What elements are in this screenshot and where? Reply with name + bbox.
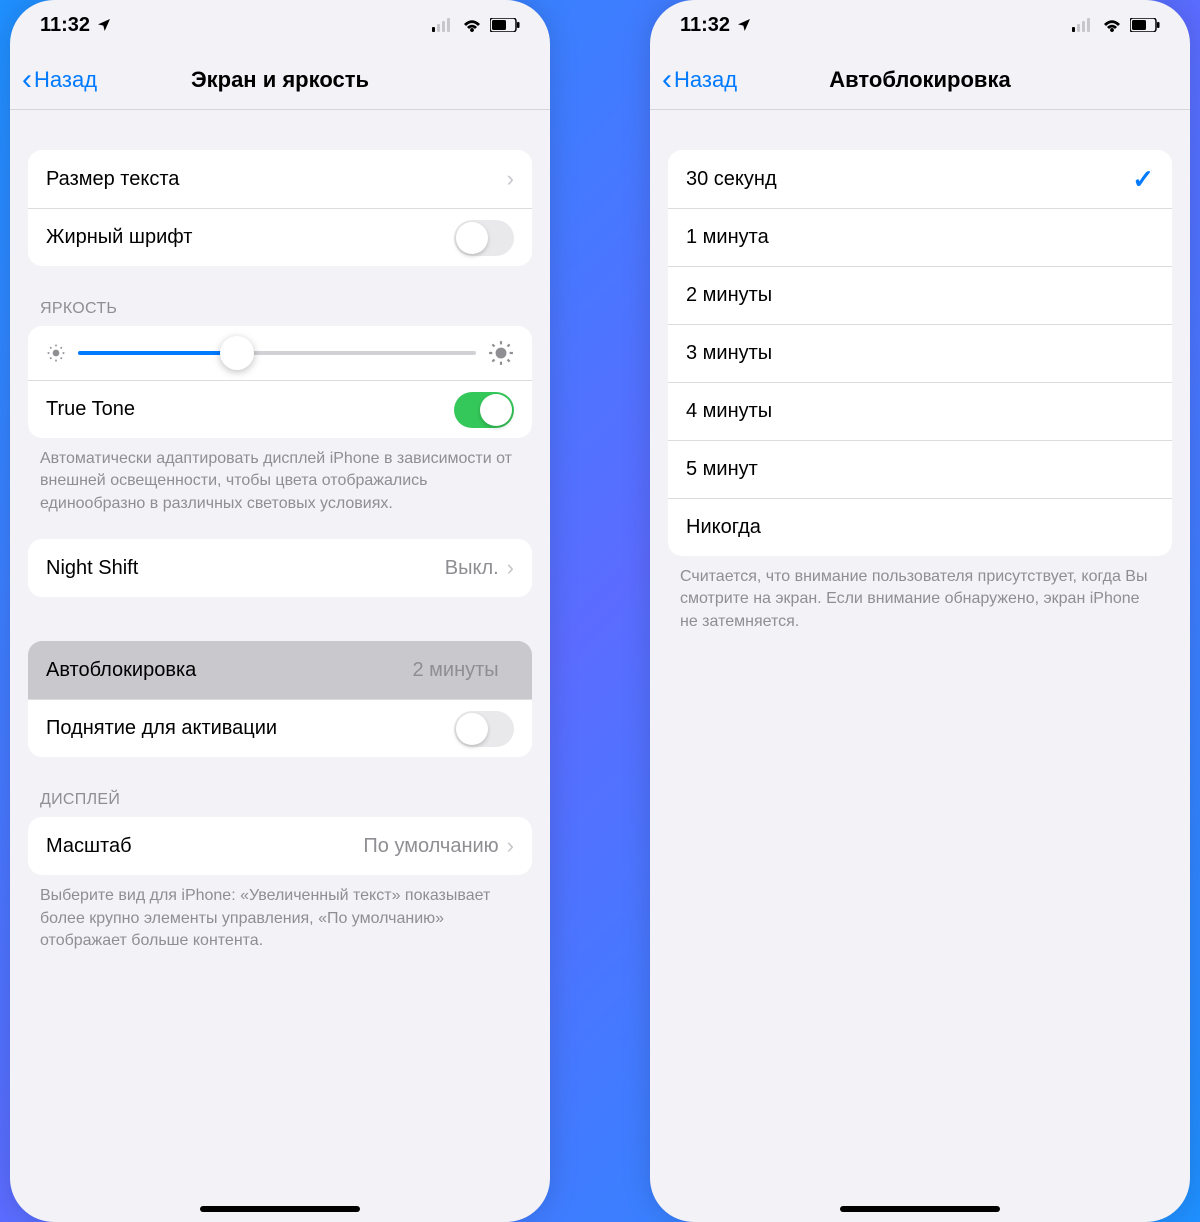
option-label: 5 минут — [686, 458, 1154, 481]
true-tone-toggle[interactable] — [454, 392, 514, 428]
wifi-icon — [462, 18, 482, 32]
brightness-slider-row — [28, 326, 532, 380]
home-indicator[interactable] — [840, 1206, 1000, 1212]
autolock-row[interactable]: Автоблокировка 2 минуты › — [28, 641, 532, 699]
autolock-options-group: 30 секунд✓ 1 минута 2 минуты 3 минуты 4 мину… — [668, 150, 1172, 556]
slider-thumb[interactable] — [220, 336, 254, 370]
battery-icon — [490, 18, 520, 32]
chevron-left-icon: ‹ — [662, 65, 672, 95]
raise-to-wake-toggle[interactable] — [454, 711, 514, 747]
back-label: Назад — [34, 67, 97, 93]
chevron-right-icon: › — [507, 166, 514, 192]
bold-text-label: Жирный шрифт — [46, 226, 454, 249]
autolock-option[interactable]: Никогда — [668, 498, 1172, 556]
phone-display-brightness: 11:32 ‹ Назад Экран и яркость Ра — [10, 0, 550, 1222]
display-zoom-group: Масштаб По умолчанию › — [28, 817, 532, 875]
home-indicator[interactable] — [200, 1206, 360, 1212]
night-shift-label: Night Shift — [46, 557, 445, 580]
status-time: 11:32 — [40, 14, 90, 37]
option-label: 2 минуты — [686, 284, 1154, 307]
chevron-right-icon: › — [507, 555, 514, 581]
back-button[interactable]: ‹ Назад — [650, 65, 737, 95]
text-size-label: Размер текста — [46, 168, 507, 191]
cellular-icon — [1072, 18, 1094, 32]
option-label: 1 минута — [686, 226, 1154, 249]
slider-fill — [78, 351, 237, 355]
raise-to-wake-row: Поднятие для активации — [28, 699, 532, 757]
raise-to-wake-label: Поднятие для активации — [46, 717, 454, 740]
night-shift-group: Night Shift Выкл. › — [28, 539, 532, 597]
zoom-label: Масштаб — [46, 835, 363, 858]
location-icon — [736, 17, 752, 33]
true-tone-footer: Автоматически адаптировать дисплей iPhon… — [10, 438, 550, 515]
status-bar: 11:32 — [10, 0, 550, 50]
autolock-option[interactable]: 5 минут — [668, 440, 1172, 498]
autolock-option[interactable]: 30 секунд✓ — [668, 150, 1172, 208]
display-header: ДИСПЛЕЙ — [10, 757, 550, 817]
bold-text-toggle[interactable] — [454, 220, 514, 256]
back-label: Назад — [674, 67, 737, 93]
brightness-slider[interactable] — [78, 351, 476, 355]
status-time: 11:32 — [680, 14, 730, 37]
chevron-right-icon: › — [507, 833, 514, 859]
option-label: 4 минуты — [686, 400, 1154, 423]
option-label: 30 секунд — [686, 168, 1132, 191]
sun-large-icon — [488, 340, 514, 366]
autolock-option[interactable]: 4 минуты — [668, 382, 1172, 440]
sun-small-icon — [46, 343, 66, 363]
autolock-group: Автоблокировка 2 минуты › Поднятие для а… — [28, 641, 532, 757]
autolock-option[interactable]: 3 минуты — [668, 324, 1172, 382]
cellular-icon — [432, 18, 454, 32]
option-label: 3 минуты — [686, 342, 1154, 365]
night-shift-row[interactable]: Night Shift Выкл. › — [28, 539, 532, 597]
phone-autolock: 11:32 ‹ Назад Автоблокировка 30 секунд✓ 1… — [650, 0, 1190, 1222]
status-bar: 11:32 — [650, 0, 1190, 50]
option-label: Никогда — [686, 516, 1154, 539]
checkmark-icon: ✓ — [1132, 164, 1154, 195]
brightness-header: ЯРКОСТЬ — [10, 266, 550, 326]
location-icon — [96, 17, 112, 33]
autolock-value: 2 минуты — [412, 659, 498, 682]
text-size-row[interactable]: Размер текста › — [28, 150, 532, 208]
chevron-right-icon: › — [507, 657, 514, 683]
content-scroll[interactable]: 30 секунд✓ 1 минута 2 минуты 3 минуты 4 мину… — [650, 110, 1190, 1222]
zoom-row[interactable]: Масштаб По умолчанию › — [28, 817, 532, 875]
bold-text-row: Жирный шрифт — [28, 208, 532, 266]
chevron-left-icon: ‹ — [22, 65, 32, 95]
content-scroll[interactable]: Размер текста › Жирный шрифт ЯРКОСТЬ — [10, 110, 550, 1222]
back-button[interactable]: ‹ Назад — [10, 65, 97, 95]
wifi-icon — [1102, 18, 1122, 32]
autolock-label: Автоблокировка — [46, 659, 412, 682]
nav-bar: ‹ Назад Автоблокировка — [650, 50, 1190, 110]
autolock-footer: Считается, что внимание пользователя при… — [650, 556, 1190, 633]
battery-icon — [1130, 18, 1160, 32]
autolock-option[interactable]: 1 минута — [668, 208, 1172, 266]
autolock-option[interactable]: 2 минуты — [668, 266, 1172, 324]
zoom-footer: Выберите вид для iPhone: «Увеличенный те… — [10, 875, 550, 952]
brightness-group: True Tone — [28, 326, 532, 438]
text-group: Размер текста › Жирный шрифт — [28, 150, 532, 266]
nav-bar: ‹ Назад Экран и яркость — [10, 50, 550, 110]
true-tone-row: True Tone — [28, 380, 532, 438]
night-shift-value: Выкл. — [445, 557, 499, 580]
true-tone-label: True Tone — [46, 398, 454, 421]
zoom-value: По умолчанию — [363, 835, 498, 858]
